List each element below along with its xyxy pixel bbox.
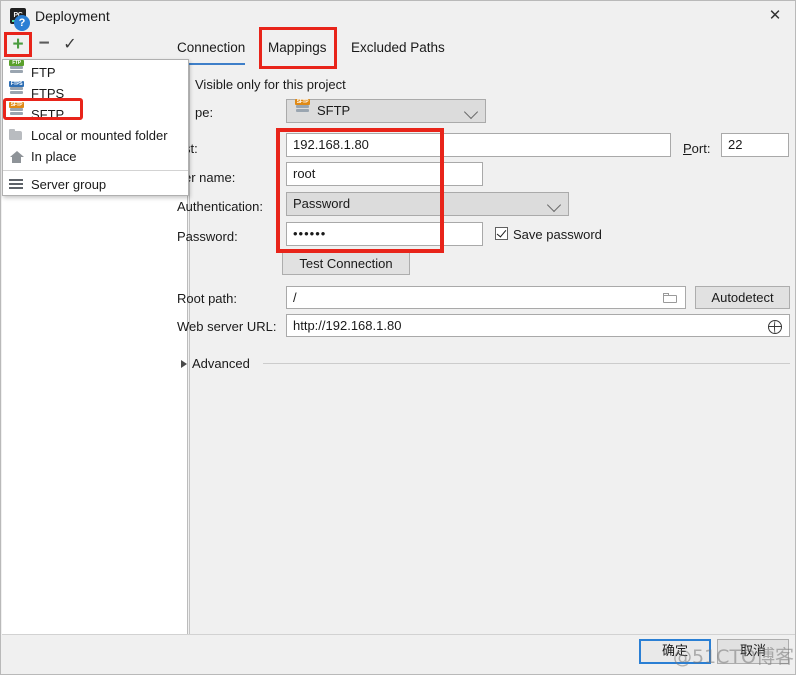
- browse-folder-icon[interactable]: [663, 293, 678, 304]
- title-bar: PC Deployment ✕: [1, 1, 795, 32]
- type-label: pe:: [195, 105, 214, 120]
- set-default-button[interactable]: ✓: [60, 35, 80, 55]
- type-combobox[interactable]: SFTP SFTP: [286, 99, 486, 123]
- ok-button[interactable]: 确定: [639, 639, 711, 664]
- username-input[interactable]: root: [286, 162, 483, 186]
- root-path-label: Root path:: [177, 291, 237, 306]
- menu-item-label: In place: [31, 149, 77, 164]
- web-server-url-input[interactable]: http://192.168.1.80: [286, 314, 790, 337]
- sftp-server-icon: SFTP: [9, 102, 24, 122]
- page-title: Deployment: [35, 8, 110, 24]
- authentication-label: Authentication:: [177, 199, 264, 214]
- root-path-value: /: [293, 290, 297, 305]
- menu-item-label: Server group: [31, 177, 107, 192]
- username-label: er name:: [184, 170, 236, 185]
- globe-icon[interactable]: [768, 320, 782, 334]
- tab-excluded-paths[interactable]: Excluded Paths: [351, 34, 445, 62]
- menu-item-ftps[interactable]: FTPS FTPS: [3, 81, 188, 104]
- sftp-server-icon: SFTP: [295, 99, 310, 119]
- password-input[interactable]: ••••••: [286, 222, 483, 246]
- port-label: PPort:ort:: [683, 141, 711, 156]
- ftps-server-icon: FTPS: [9, 81, 24, 101]
- save-password-label[interactable]: Save password: [513, 227, 602, 242]
- tab-mappings[interactable]: Mappings: [268, 34, 327, 62]
- folder-icon: [9, 129, 24, 143]
- menu-separator: [3, 170, 188, 171]
- menu-item-server-group[interactable]: Server group: [3, 174, 188, 195]
- cancel-button[interactable]: 取消: [717, 639, 789, 664]
- password-label: Password:: [177, 229, 238, 244]
- tab-connection[interactable]: Connection: [177, 34, 245, 62]
- help-icon[interactable]: ?: [14, 15, 30, 31]
- port-input[interactable]: 22: [721, 133, 789, 157]
- web-server-url-value: http://192.168.1.80: [293, 318, 402, 333]
- visible-only-for-project-label[interactable]: Visible only for this project: [195, 77, 346, 92]
- add-server-type-menu[interactable]: FTP FTP FTPS FTPS SFTP SFTP Local or mou…: [2, 59, 189, 196]
- advanced-divider: [263, 363, 790, 364]
- menu-item-in-place[interactable]: In place: [3, 146, 188, 167]
- server-group-icon: [9, 178, 24, 192]
- ftp-server-icon: FTP: [9, 60, 24, 80]
- root-path-input[interactable]: /: [286, 286, 686, 309]
- triangle-right-icon: [181, 360, 187, 368]
- server-list-toolbar: + − ✓: [1, 32, 189, 59]
- menu-item-label: SFTP: [31, 107, 65, 122]
- menu-item-local-or-mounted-folder[interactable]: Local or mounted folder: [3, 125, 188, 146]
- add-server-button[interactable]: +: [8, 35, 28, 55]
- menu-item-ftp[interactable]: FTP FTP: [3, 60, 188, 83]
- deployment-dialog: PC Deployment ✕ + − ✓ FTP FTP FTPS FTPS …: [0, 0, 796, 675]
- close-icon[interactable]: ✕: [753, 1, 795, 31]
- home-icon: [9, 150, 24, 164]
- test-connection-button[interactable]: Test Connection: [282, 252, 410, 275]
- save-password-checkbox[interactable]: [495, 227, 508, 240]
- web-server-url-label: Web server URL:: [177, 319, 277, 334]
- authentication-value: Password: [293, 196, 351, 211]
- chevron-down-icon: [546, 197, 562, 213]
- menu-item-label: FTP: [31, 65, 56, 80]
- menu-item-sftp[interactable]: SFTP SFTP: [3, 102, 188, 125]
- autodetect-button[interactable]: Autodetect: [695, 286, 790, 309]
- chevron-down-icon: [463, 104, 479, 120]
- menu-item-label: Local or mounted folder: [31, 128, 168, 143]
- remove-server-button[interactable]: −: [34, 34, 54, 55]
- authentication-combobox[interactable]: Password: [286, 192, 569, 216]
- menu-item-label: FTPS: [31, 86, 65, 101]
- host-input[interactable]: 192.168.1.80: [286, 133, 671, 157]
- advanced-label: Advanced: [192, 356, 250, 371]
